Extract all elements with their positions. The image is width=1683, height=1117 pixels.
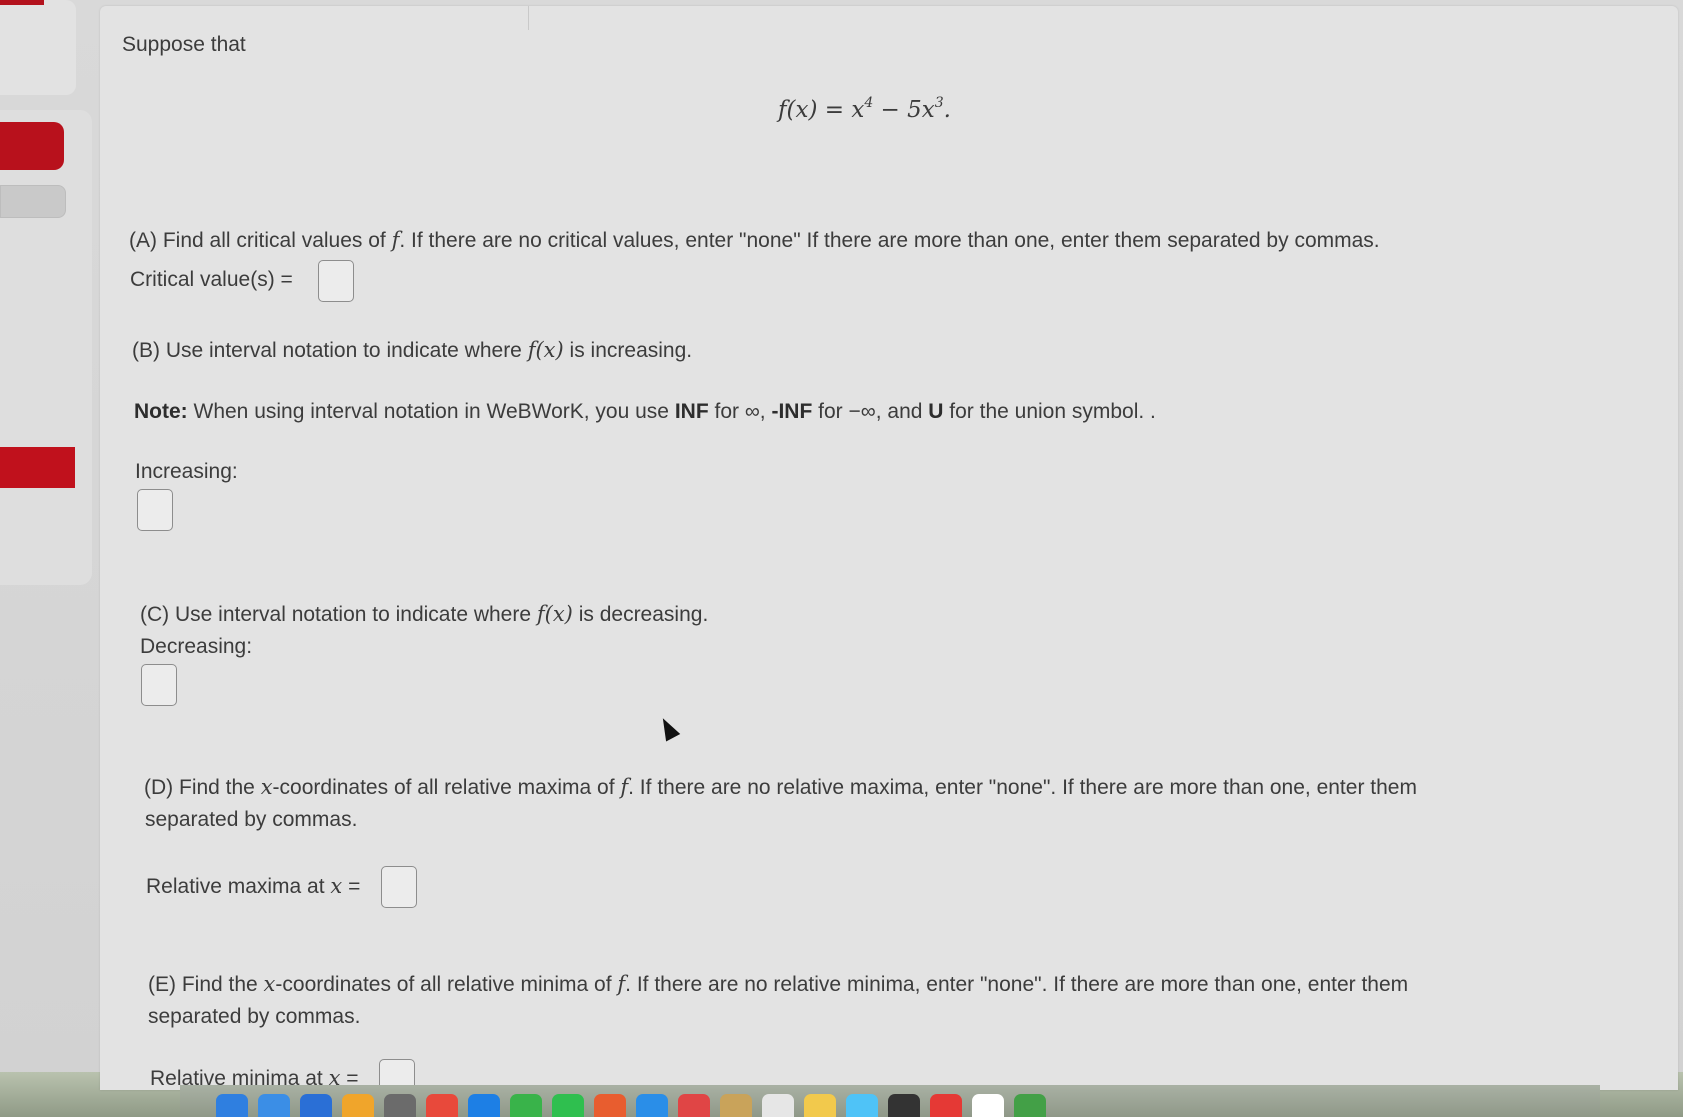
panel-divider xyxy=(528,6,529,30)
note-label: Note: xyxy=(134,400,188,423)
dock-app-icon[interactable] xyxy=(594,1094,626,1117)
dock-app-icon[interactable] xyxy=(720,1094,752,1117)
part-c-text-before: (C) Use interval notation to indicate wh… xyxy=(140,603,537,626)
note-neg-inf: -INF xyxy=(771,400,813,423)
interval-note: Note: When using interval notation in We… xyxy=(134,400,1156,424)
dock-app-icon[interactable] xyxy=(846,1094,878,1117)
note-union: U xyxy=(928,400,944,423)
part-c-question: (C) Use interval notation to indicate wh… xyxy=(140,602,708,627)
part-b-fx: f(x) xyxy=(527,338,564,362)
decreasing-label: Decreasing: xyxy=(140,635,253,658)
dock-app-icon[interactable] xyxy=(1014,1094,1046,1117)
function-definition: f(x) = x4 − 5x3. xyxy=(778,95,951,123)
part-a-question: (A) Find all critical values of f. If th… xyxy=(129,228,1380,253)
dock-app-icon[interactable] xyxy=(216,1094,248,1117)
part-d-line2: separated by commas. xyxy=(145,808,358,831)
term2-exponent: 3 xyxy=(934,95,944,111)
part-e-f: f xyxy=(617,972,626,996)
sidebar-top-panel xyxy=(0,0,76,95)
critical-values-label: Critical value(s) = xyxy=(130,268,293,291)
part-c-text-after: is decreasing. xyxy=(572,603,709,626)
increasing-input[interactable] xyxy=(137,489,173,531)
part-b-question: (B) Use interval notation to indicate wh… xyxy=(132,338,692,363)
sidebar-top-accent xyxy=(0,0,44,5)
part-e-text-before: (E) Find the xyxy=(148,973,264,996)
dock-app-icon[interactable] xyxy=(636,1094,668,1117)
sidebar-gray-button[interactable] xyxy=(0,185,66,218)
dock-app-icon[interactable] xyxy=(678,1094,710,1117)
relative-maxima-input[interactable] xyxy=(381,866,417,908)
relative-maxima-label-text: Relative maxima at xyxy=(146,875,331,898)
part-d-f: f xyxy=(620,775,629,799)
note-inf: INF xyxy=(674,400,709,423)
function-lhs: f(x) = xyxy=(778,97,852,123)
part-e-line2: separated by commas. xyxy=(148,1005,361,1028)
relative-maxima-label-x: x xyxy=(330,874,343,898)
dock-app-icon[interactable] xyxy=(426,1094,458,1117)
dock-app-icon[interactable] xyxy=(468,1094,500,1117)
dock-app-icon[interactable] xyxy=(552,1094,584,1117)
sidebar-red-button[interactable] xyxy=(0,122,64,170)
sidebar-red-indicator[interactable] xyxy=(0,447,75,488)
term2-base: x xyxy=(921,97,935,123)
part-b-text-after: is increasing. xyxy=(563,339,693,362)
term1-exponent: 4 xyxy=(864,95,874,111)
part-d-text-mid: -coordinates of all relative maxima of xyxy=(272,776,621,799)
part-d-text-after: . If there are no relative maxima, enter… xyxy=(628,776,1417,799)
part-e-text-after: . If there are no relative minima, enter… xyxy=(625,973,1409,996)
term1-base: x xyxy=(851,97,865,123)
note-text-2: for ∞, xyxy=(708,400,772,423)
part-a-text-after: . If there are no critical values, enter… xyxy=(399,229,1380,252)
intro-text: Suppose that xyxy=(122,33,246,56)
function-end: . xyxy=(943,97,951,123)
part-b-text-before: (B) Use interval notation to indicate wh… xyxy=(132,339,528,362)
screen: Suppose that f(x) = x4 − 5x3. (A) Find a… xyxy=(0,0,1683,1117)
part-c-fx: f(x) xyxy=(536,602,573,626)
dock-app-icon[interactable] xyxy=(930,1094,962,1117)
part-e-question: (E) Find the x-coordinates of all relati… xyxy=(148,972,1408,997)
increasing-label: Increasing: xyxy=(135,460,238,483)
dock-app-icon[interactable] xyxy=(510,1094,542,1117)
dock-app-icon[interactable] xyxy=(342,1094,374,1117)
part-d-text-before: (D) Find the xyxy=(144,776,261,799)
relative-maxima-label: Relative maxima at x = xyxy=(146,874,360,899)
dock-app-icon[interactable] xyxy=(384,1094,416,1117)
decreasing-input[interactable] xyxy=(141,664,177,706)
sidebar xyxy=(0,110,92,585)
critical-values-input[interactable] xyxy=(318,260,354,302)
note-text-1: When using interval notation in WeBWorK,… xyxy=(187,400,675,423)
part-d-x: x xyxy=(260,775,273,799)
dock-app-icon[interactable] xyxy=(300,1094,332,1117)
minus-coefficient: − 5 xyxy=(873,97,922,123)
part-e-text-mid: -coordinates of all relative minima of xyxy=(275,973,618,996)
part-d-question: (D) Find the x-coordinates of all relati… xyxy=(144,775,1417,800)
dock-app-icon[interactable] xyxy=(888,1094,920,1117)
relative-maxima-label-eq: = xyxy=(342,875,361,898)
part-e-x: x xyxy=(263,972,276,996)
dock-app-icon[interactable] xyxy=(972,1094,1004,1117)
dock-app-icon[interactable] xyxy=(804,1094,836,1117)
dock-app-icon[interactable] xyxy=(762,1094,794,1117)
problem-panel xyxy=(100,6,1678,1090)
note-text-3: for −∞, and xyxy=(812,400,929,423)
part-a-text-before: (A) Find all critical values of xyxy=(129,229,392,252)
dock-app-icon[interactable] xyxy=(258,1094,290,1117)
note-text-4: for the union symbol. . xyxy=(943,400,1156,423)
